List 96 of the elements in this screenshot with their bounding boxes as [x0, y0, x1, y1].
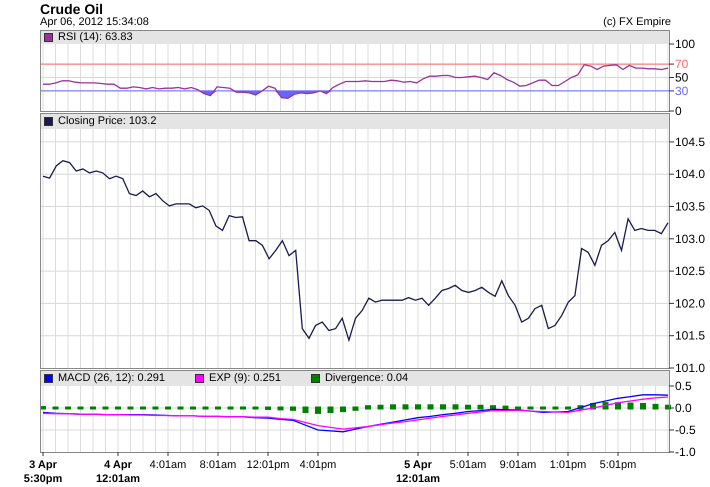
- axis-label: 30: [675, 84, 688, 98]
- axis-label: 70: [675, 57, 688, 72]
- divergence-bar: [165, 406, 171, 410]
- divergence-bar: [290, 406, 296, 411]
- divergence-bar: [265, 406, 271, 410]
- divergence-bar: [565, 406, 571, 410]
- divergence-bar: [578, 405, 584, 410]
- tick-mark: [668, 302, 674, 304]
- divergence-bar: [152, 406, 158, 410]
- divergence-bar: [40, 406, 46, 410]
- divergence-bar: [552, 406, 558, 410]
- axis-label: 50: [675, 70, 688, 84]
- tick-mark: [42, 452, 44, 456]
- legend-label: EXP (9): 0.251: [209, 372, 281, 385]
- tick-mark: [668, 77, 674, 78]
- divergence-bar: [465, 404, 471, 410]
- divergence-bar: [390, 404, 396, 410]
- axis-label: 103.0: [675, 232, 706, 246]
- chart-title: Crude Oil: [40, 0, 104, 17]
- divergence-bar: [252, 406, 258, 410]
- tick-mark: [668, 174, 674, 175]
- divergence-bar: [202, 406, 208, 410]
- tick-mark: [668, 335, 674, 336]
- divergence-bar: [665, 404, 671, 410]
- axis-label: 101.0: [675, 361, 706, 375]
- divergence-bar: [78, 406, 84, 410]
- axis-label: 102.5: [675, 264, 706, 278]
- axis-label: 5:01am: [450, 459, 486, 471]
- divergence-bar: [240, 406, 246, 410]
- tick-mark: [668, 110, 674, 112]
- divergence-bar: [178, 406, 184, 410]
- axis-label: 0: [675, 104, 682, 118]
- divergence-bar: [490, 405, 496, 410]
- axis-label: 5:01pm: [600, 459, 636, 471]
- axis-label: 12:01pm: [246, 459, 290, 471]
- divergence-bar: [90, 406, 96, 410]
- divergence-bar: [452, 404, 458, 410]
- divergence-bar: [52, 406, 58, 410]
- axis-label: 100: [675, 37, 696, 51]
- axis-label: -1.0: [675, 445, 696, 459]
- axis-label: 103.5: [675, 200, 706, 214]
- divergence-bar: [540, 406, 546, 410]
- copyright-text: (c) FX Empire: [603, 16, 671, 29]
- axis-label: 4:01am: [150, 459, 186, 471]
- tick-mark: [668, 90, 674, 92]
- axis-label: 0.0: [675, 401, 692, 415]
- divergence-bar: [115, 406, 121, 410]
- axis-label: 102.0: [675, 296, 706, 310]
- axis-label: 1:01pm: [550, 459, 586, 471]
- legend-label: Closing Price: 103.2: [58, 115, 156, 128]
- axis-label: 3 Apr 5:30pm: [24, 459, 62, 485]
- divergence-bar: [440, 404, 446, 410]
- tick-mark: [668, 64, 674, 65]
- tick-mark: [668, 238, 674, 240]
- axis-label: 4:01pm: [300, 459, 336, 471]
- divergence-bar: [365, 405, 371, 410]
- axis-label: 0.5: [675, 379, 692, 393]
- legend-label: RSI (14): 63.83: [58, 31, 133, 44]
- divergence-bar: [402, 404, 408, 410]
- divergence-bar: [428, 404, 434, 410]
- divergence-bar: [315, 406, 321, 414]
- divergence-bar: [102, 406, 108, 410]
- legend-label: MACD (26, 12): 0.291: [58, 372, 165, 385]
- divergence-bar: [190, 406, 196, 410]
- divergence-bar: [652, 404, 658, 410]
- divergence-bar: [328, 406, 334, 414]
- divergence-bar: [628, 402, 634, 410]
- tick-mark: [668, 270, 674, 272]
- divergence-bar: [640, 402, 646, 410]
- divergence-bar: [415, 404, 421, 410]
- axis-label: 104.0: [675, 167, 706, 182]
- divergence-bar: [502, 406, 508, 410]
- axis-label: 8:01am: [200, 459, 236, 471]
- tick-mark: [668, 206, 674, 208]
- axis-label: 5 Apr 12:01am: [396, 459, 440, 485]
- divergence-bar: [228, 406, 234, 410]
- legend-label: Divergence: 0.04: [324, 372, 408, 385]
- divergence-bar: [215, 406, 221, 410]
- divergence-bar: [340, 406, 346, 412]
- divergence-bar: [140, 406, 146, 410]
- axis-label: 4 Apr 12:01am: [96, 459, 140, 485]
- timestamp: Apr 06, 2012 15:34:08: [40, 16, 149, 29]
- axis-label: 9:01am: [500, 459, 536, 471]
- axis-label: -0.5: [675, 423, 696, 437]
- divergence-bar: [478, 404, 484, 410]
- divergence-bar: [378, 404, 384, 410]
- axis-label: 104.5: [675, 134, 706, 149]
- divergence-bar: [302, 406, 308, 414]
- divergence-bar: [128, 406, 134, 410]
- axis-label: 101.5: [675, 328, 706, 343]
- tick-mark: [668, 141, 674, 142]
- divergence-bar: [528, 406, 534, 410]
- divergence-bar: [515, 406, 521, 410]
- divergence-bar: [65, 406, 71, 410]
- divergence-bar: [352, 406, 358, 411]
- divergence-bar: [278, 406, 284, 410]
